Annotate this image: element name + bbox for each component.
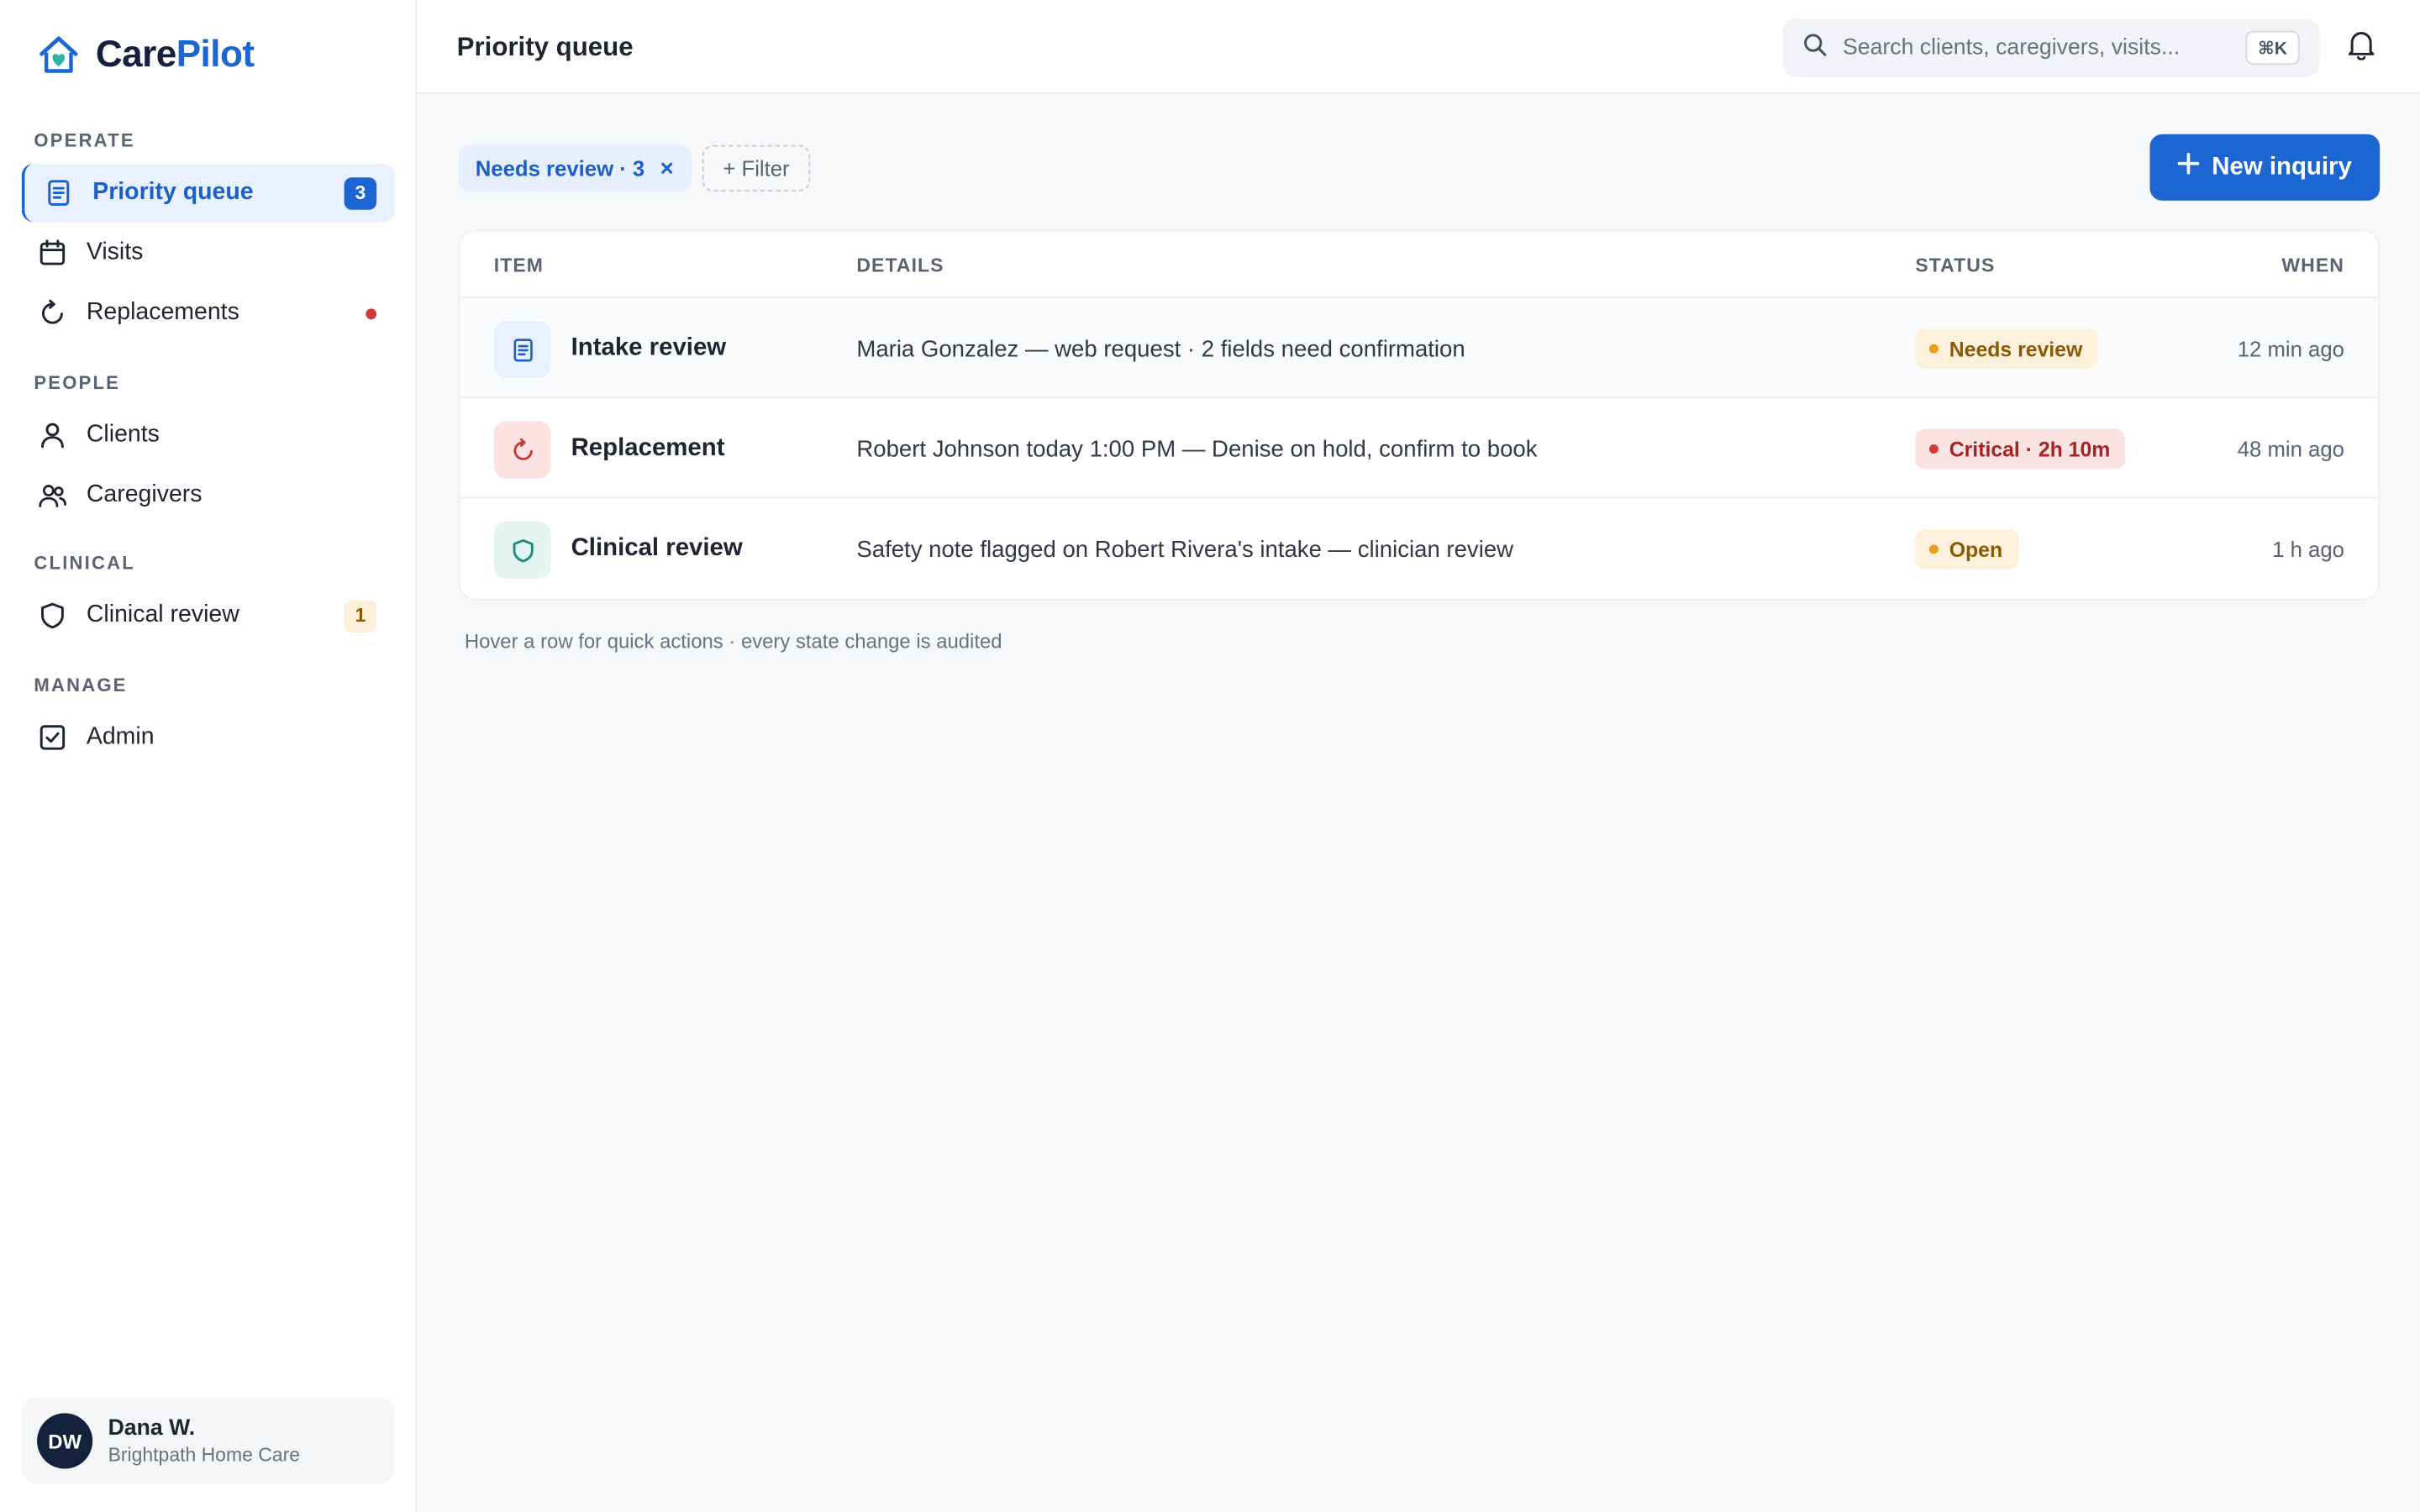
row-title: Clinical review [571, 535, 743, 562]
plus-icon [2177, 152, 2200, 182]
keyboard-shortcut-hint: ⌘K [2245, 30, 2300, 66]
sidebar-item-replacements[interactable]: Replacements [22, 284, 395, 343]
shield-icon [37, 600, 68, 631]
user-organization: Brightpath Home Care [108, 1444, 301, 1466]
sidebar-item-clients[interactable]: Clients [22, 406, 395, 465]
row-details: Robert Johnson today 1:00 PM — Denise on… [856, 436, 1538, 464]
document-icon [43, 177, 74, 208]
sidebar-item-label: Visits [86, 239, 144, 265]
priority-queue-count-badge: 3 [344, 176, 377, 209]
close-icon[interactable]: × [660, 155, 674, 181]
row-details: Safety note flagged on Robert Rivera's i… [856, 537, 1514, 564]
sidebar-item-label: Priority queue [92, 179, 254, 206]
checkbox-icon [37, 722, 68, 753]
user-profile-card[interactable]: DW Dana W. Brightpath Home Care [21, 1398, 396, 1484]
sidebar-item-label: Caregivers [86, 481, 203, 508]
status-badge: Needs review [1915, 328, 2098, 369]
new-inquiry-label: New inquiry [2212, 153, 2352, 180]
status-badge: Critical · 2h 10m [1915, 428, 2126, 470]
section-label-operate: OPERATE [34, 129, 135, 151]
document-icon [493, 321, 551, 378]
section-label-manage: MANAGE [34, 674, 128, 696]
sidebar-item-priority-queue[interactable]: Priority queue 3 [21, 163, 396, 223]
brand[interactable]: CarePilot [37, 34, 255, 76]
row-when: 48 min ago [2237, 436, 2344, 462]
carepilot-logo-icon [37, 34, 80, 76]
sidebar-item-visits[interactable]: Visits [22, 223, 395, 282]
filter-chip-label: Needs review · 3 [475, 155, 645, 181]
status-badge: Open [1915, 528, 2018, 570]
column-header-item: ITEM [493, 255, 544, 276]
user-icon [37, 420, 68, 451]
shield-icon [493, 521, 551, 579]
sidebar-item-label: Clinical review [86, 601, 239, 628]
sidebar-item-admin[interactable]: Admin [22, 708, 395, 767]
sidebar-item-label: Replacements [86, 299, 239, 326]
table-row[interactable]: Replacement Robert Johnson today 1:00 PM… [460, 398, 2379, 499]
column-header-status: STATUS [1915, 255, 1996, 276]
active-filter-chip[interactable]: Needs review · 3 × [458, 144, 691, 192]
refresh-icon [493, 421, 551, 479]
table-footnote: Hover a row for quick actions · every st… [464, 629, 1002, 653]
calendar-icon [37, 238, 68, 269]
avatar: DW [37, 1413, 93, 1469]
row-title: Replacement [571, 434, 725, 462]
search-input[interactable] [1843, 35, 2244, 60]
sidebar: CarePilot OPERATE Priority queue 3 Visit… [0, 0, 417, 1512]
column-header-when: WHEN [2281, 255, 2344, 276]
table-row[interactable]: Clinical review Safety note flagged on R… [460, 498, 2378, 598]
top-bar: Priority queue ⌘K [416, 0, 2420, 95]
clinical-review-count-badge: 1 [344, 599, 377, 633]
row-when: 1 h ago [2272, 537, 2344, 562]
table-header: ITEM DETAILS STATUS WHEN [460, 232, 2379, 298]
page-title: Priority queue [456, 32, 634, 62]
search-icon [1802, 32, 1827, 65]
sidebar-item-label: Admin [86, 723, 155, 750]
add-filter-button[interactable]: + Filter [702, 144, 811, 192]
notifications-bell-icon[interactable] [2348, 29, 2375, 68]
priority-queue-table: ITEM DETAILS STATUS WHEN Intake review M… [458, 229, 2381, 601]
new-inquiry-button[interactable]: New inquiry [2149, 134, 2381, 201]
search-box[interactable]: ⌘K [1782, 18, 2320, 77]
row-when: 12 min ago [2237, 336, 2344, 361]
sidebar-item-clinical-review[interactable]: Clinical review 1 [22, 586, 395, 645]
users-icon [37, 480, 68, 511]
user-name: Dana W. [108, 1416, 196, 1441]
sidebar-item-label: Clients [86, 421, 160, 448]
brand-name: CarePilot [95, 34, 255, 76]
section-label-clinical: CLINICAL [34, 552, 135, 575]
row-details: Maria Gonzalez — web request · 2 fields … [856, 336, 1465, 363]
column-header-details: DETAILS [856, 255, 944, 276]
table-row[interactable]: Intake review Maria Gonzalez — web reque… [460, 297, 2379, 398]
row-title: Intake review [571, 334, 727, 361]
alert-dot [366, 307, 377, 319]
sidebar-item-caregivers[interactable]: Caregivers [22, 466, 395, 525]
section-label-people: PEOPLE [34, 371, 121, 394]
refresh-icon [37, 297, 68, 328]
